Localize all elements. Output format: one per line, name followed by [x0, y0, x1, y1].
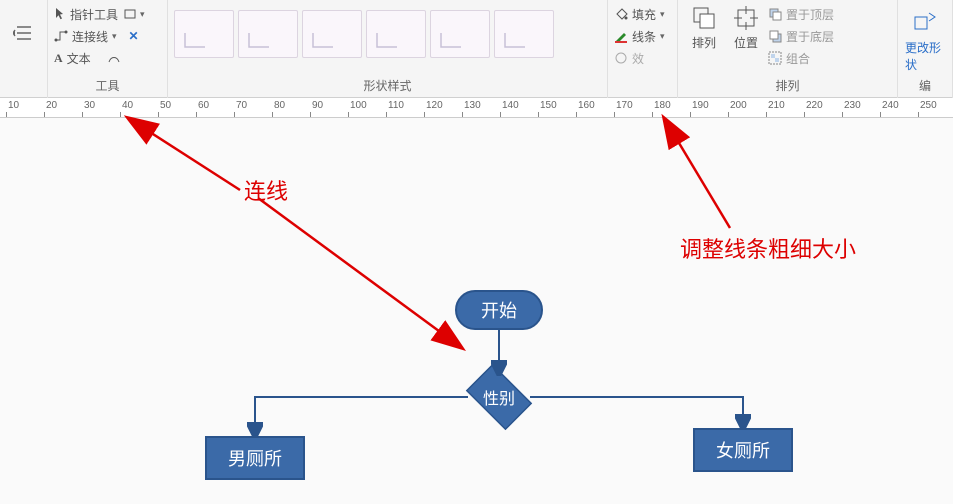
style-gallery [174, 4, 554, 58]
pointer-tool-label: 指针工具 [70, 6, 118, 23]
bucket-icon [614, 7, 628, 21]
front-icon [768, 7, 782, 21]
drawing-canvas[interactable]: 连线 调整线条粗细大小 开始 性别 男厕所 女厕所 [0, 118, 953, 504]
chevron-down-icon: ▾ [112, 31, 117, 42]
rectangle-icon [124, 9, 136, 19]
outdent-icon[interactable] [13, 24, 35, 45]
flow-connectors [0, 118, 953, 504]
effect-button[interactable]: 效 [614, 48, 644, 68]
change-shape-icon [911, 9, 939, 37]
connector-tool-label: 连接线 [72, 28, 108, 45]
style-thumb-3[interactable] [302, 10, 362, 58]
change-shape-group: 更改形状 编 [898, 0, 953, 98]
delete-icon[interactable]: ✕ [129, 26, 139, 46]
chevron-down-icon: ▾ [660, 31, 665, 42]
back-icon [768, 29, 782, 43]
edit-group-label: 编 [898, 77, 952, 98]
style-thumb-1[interactable] [174, 10, 234, 58]
group-label: 组合 [786, 50, 810, 67]
bring-front-label: 置于顶层 [786, 6, 834, 23]
position-icon [732, 4, 760, 32]
tools-group-label: 工具 [48, 77, 167, 98]
change-shape-label: 更改形状 [905, 39, 945, 73]
send-back-button[interactable]: 置于底层 [768, 26, 834, 46]
change-shape-button[interactable]: 更改形状 [905, 9, 945, 73]
chevron-down-icon: ▾ [140, 9, 145, 20]
style-thumb-5[interactable] [430, 10, 490, 58]
shape-styles-group: 形状样式 [168, 0, 608, 98]
rectangle-dropdown[interactable]: ▾ [124, 4, 145, 24]
text-icon: A [54, 51, 63, 66]
connector-tool-button[interactable]: 连接线 ▾ [54, 26, 117, 46]
fill-line-group: 填充 ▾ 线条 ▾ 效 [608, 0, 678, 98]
pointer-tool-button[interactable]: 指针工具 [54, 4, 118, 24]
shape-styles-group-label: 形状样式 [168, 77, 607, 98]
style-thumb-4[interactable] [366, 10, 426, 58]
bring-front-button[interactable]: 置于顶层 [768, 4, 834, 24]
ink-icon[interactable] [107, 48, 121, 68]
indent-group [0, 0, 48, 98]
arrange-label: 排列 [692, 34, 716, 51]
style-thumb-6[interactable] [494, 10, 554, 58]
position-button[interactable]: 位置 [726, 4, 766, 51]
pointer-icon [54, 7, 66, 21]
send-back-label: 置于底层 [786, 28, 834, 45]
connector-icon [54, 30, 68, 42]
effect-label: 效 [632, 50, 644, 67]
horizontal-ruler: 1020304050607080901001101201301401501601… [0, 98, 953, 118]
style-thumb-2[interactable] [238, 10, 298, 58]
text-tool-label: 文本 [67, 50, 91, 67]
tools-group: 指针工具 ▾ 连接线 ▾ ✕ A 文本 [48, 0, 168, 98]
line-label: 线条 [632, 28, 656, 45]
fill-button[interactable]: 填充 ▾ [614, 4, 665, 24]
arrange-icon [690, 4, 718, 32]
arrange-button[interactable]: 排列 [684, 4, 724, 51]
effect-icon [614, 51, 628, 65]
line-button[interactable]: 线条 ▾ [614, 26, 665, 46]
fill-label: 填充 [632, 6, 656, 23]
pen-icon [614, 29, 628, 43]
position-label: 位置 [734, 34, 758, 51]
ribbon: 指针工具 ▾ 连接线 ▾ ✕ A 文本 [0, 0, 953, 98]
arrange-group-label: 排列 [678, 77, 897, 98]
arrange-group: 排列 位置 置于顶层 置于底层 组合 排列 [678, 0, 898, 98]
group-icon [768, 51, 782, 65]
chevron-down-icon: ▾ [660, 9, 665, 20]
text-tool-button[interactable]: A 文本 [54, 48, 91, 68]
group-button[interactable]: 组合 [768, 48, 834, 68]
